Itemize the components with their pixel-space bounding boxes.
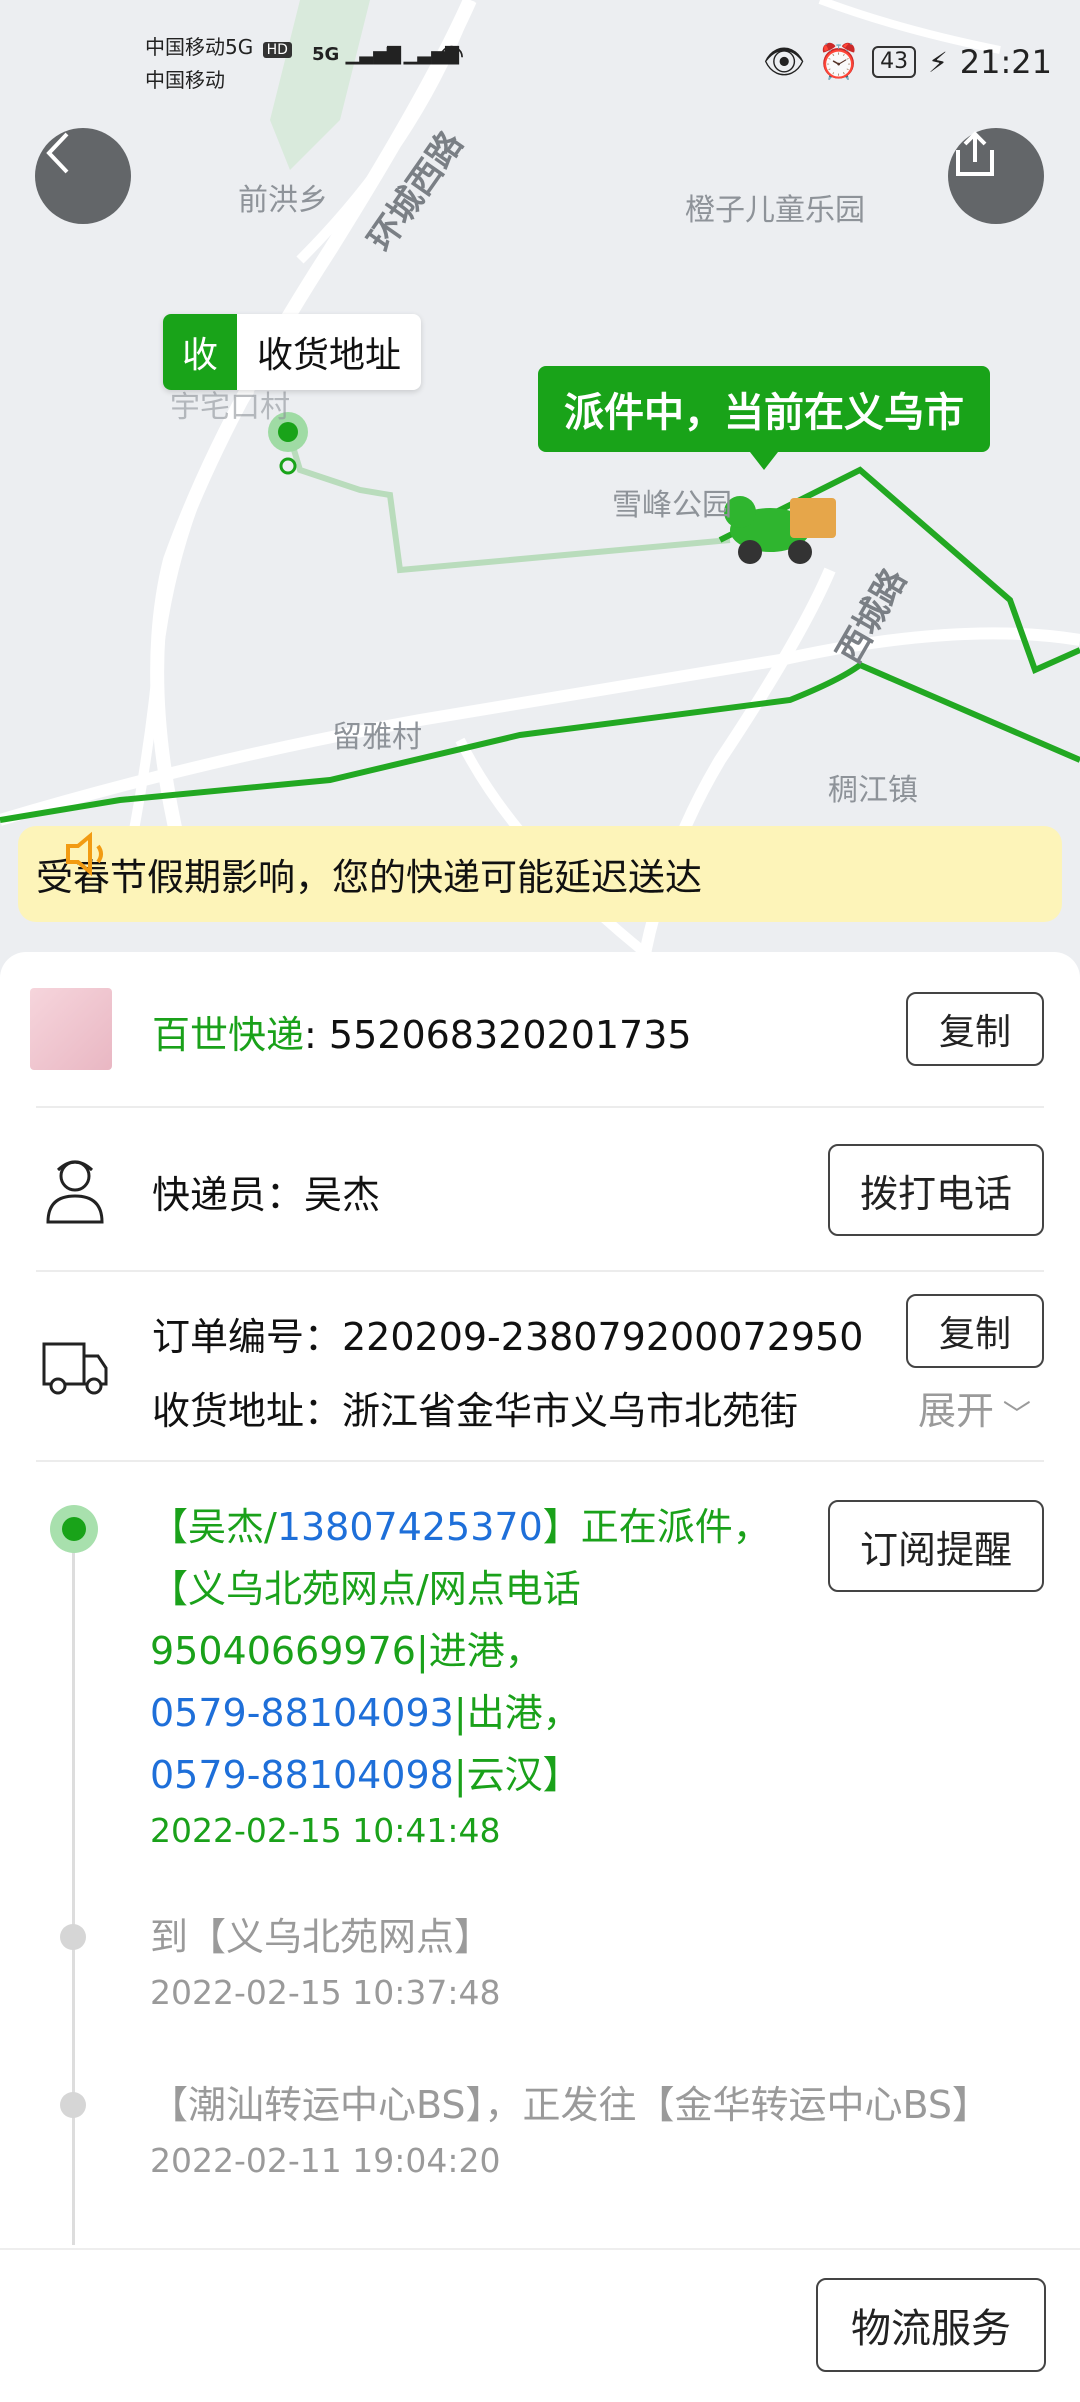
carrier-name-2: 中国移动: [145, 68, 225, 92]
map-place-label: 留雅村: [332, 720, 422, 755]
map-place-label: 稠江镇: [828, 773, 918, 808]
wifi-icon: ◠: [440, 38, 464, 73]
network-type-5g: 5G: [312, 44, 340, 65]
divider: [36, 1270, 1044, 1272]
charging-icon: ⚡: [928, 45, 948, 79]
eye-icon: 👁: [762, 42, 806, 82]
notice-text: 受春节假期影响，您的快递可能延迟送达: [36, 856, 702, 899]
map-place-label: 前洪乡: [238, 183, 328, 218]
clock: 21:21: [959, 43, 1052, 81]
event-text: |出港，: [453, 1691, 581, 1735]
status-bar: 中国移动5G HD 中国移动 5G ▁▃▅▇ E ▁▃▅▇ ◠ 👁 ⏰ 43 ⚡…: [0, 30, 1080, 100]
bottom-bar: 物流服务: [0, 2248, 1080, 2402]
timeline-event: 【潮汕转运中心BS】，正发往【金华转运中心BS】 2022-02-11 19:0…: [150, 2074, 990, 2186]
carrier-name: 百世快递: [152, 1013, 305, 1057]
speaker-icon: [66, 831, 103, 877]
carrier-avatar: [30, 988, 112, 1070]
timeline-event: 到【义乌北苑网点】 2022-02-15 10:37:48: [150, 1906, 790, 2018]
expand-address-button[interactable]: 展开 ﹀: [918, 1380, 1031, 1435]
phone-link[interactable]: 0579-88104098: [150, 1753, 454, 1797]
divider: [36, 1460, 1044, 1462]
phone-text: 95040669976: [150, 1629, 416, 1673]
chevron-left-icon: [46, 132, 69, 174]
back-button[interactable]: [35, 128, 131, 224]
event-text: |云汉】: [453, 1753, 581, 1797]
call-courier-button[interactable]: 拨打电话: [828, 1144, 1044, 1236]
receiver-address: 收货地址：浙江省金华市义乌市北苑街: [152, 1389, 799, 1433]
phone-link[interactable]: 0579-88104093: [150, 1691, 454, 1735]
event-text: 【吴杰/: [150, 1505, 277, 1549]
event-text: 到【义乌北苑网点】: [150, 1915, 493, 1959]
divider: [36, 1106, 1044, 1108]
delay-notice-banner: 受春节假期影响，您的快递可能延迟送达: [18, 826, 1062, 922]
order-number: 订单编号：220209-238079200072950: [152, 1315, 864, 1359]
event-text: 【潮汕转运中心BS】，正发往【金华转运中心BS】: [150, 2083, 991, 2127]
event-text: |进港，: [415, 1629, 543, 1673]
timeline-dot: [60, 2092, 86, 2118]
map-place-label: 橙子儿童乐园: [685, 193, 865, 228]
event-text: 【义乌北苑网点/网点电话: [150, 1567, 581, 1611]
courier-marker-icon: [724, 496, 836, 564]
timeline-dot: [60, 1924, 86, 1950]
map-place-label: 雪峰公园: [612, 488, 732, 523]
logistics-service-button[interactable]: 物流服务: [816, 2278, 1046, 2372]
hd-badge: HD: [262, 42, 292, 58]
alarm-icon: ⏰: [817, 42, 861, 82]
chevron-down-icon: ﹀: [994, 1398, 1031, 1431]
timeline-event-latest: 【吴杰/13807425370】正在派件， 【义乌北苑网点/网点电话 95040…: [150, 1496, 790, 1856]
receiver-label: 收货地址: [257, 335, 402, 376]
copy-order-button[interactable]: 复制: [906, 1294, 1044, 1368]
carrier-colon: :: [304, 1013, 317, 1057]
courier-phone-link[interactable]: 13807425370: [277, 1505, 543, 1549]
courier-status-bubble: 派件中，当前在义乌市: [538, 366, 990, 470]
carrier-name-1: 中国移动5G: [145, 35, 254, 59]
event-time: 2022-02-15 10:37:48: [150, 1973, 501, 2012]
timeline-dot-active: [50, 1505, 98, 1553]
event-time: 2022-02-11 19:04:20: [150, 2141, 501, 2180]
event-time: 2022-02-15 10:41:48: [150, 1811, 501, 1850]
subscribe-reminder-button[interactable]: 订阅提醒: [828, 1500, 1044, 1592]
network-type-e: E: [385, 44, 398, 65]
timeline-line: [72, 1525, 75, 2245]
share-icon: [956, 131, 994, 176]
map-view[interactable]: 前洪乡 橙子儿童乐园 宇宅口村 雪峰公园 留雅村 稠江镇 环城西路 西城路 收 …: [0, 0, 1080, 980]
truck-icon: [42, 1342, 108, 1395]
courier-icon: [46, 1160, 104, 1224]
expand-label: 展开: [918, 1389, 995, 1433]
courier-label: 快递员：吴杰: [152, 1173, 381, 1217]
share-button[interactable]: [948, 128, 1044, 224]
receiver-address-marker[interactable]: 收 收货地址: [163, 314, 422, 390]
copy-tracking-button[interactable]: 复制: [906, 992, 1044, 1066]
battery-icon: 43: [872, 46, 917, 78]
receiver-tag: 收: [163, 314, 237, 390]
tracking-number: 552068320201735: [328, 1013, 692, 1057]
event-text: 】正在派件，: [542, 1505, 771, 1549]
